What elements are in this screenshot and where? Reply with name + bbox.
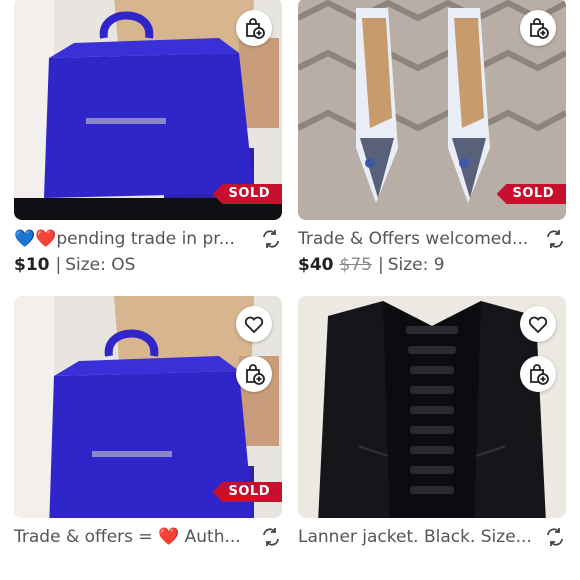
listing-card[interactable]: Lanner jacket. Black. Size... <box>298 296 566 550</box>
shopping-bag-plus-icon <box>530 364 549 385</box>
sold-badge: SOLD <box>212 482 282 502</box>
swap-arrows-icon <box>263 230 279 248</box>
separator: | <box>55 255 62 275</box>
original-price: $75 <box>339 255 372 275</box>
bundle-button[interactable] <box>236 10 272 46</box>
listing-title[interactable]: Trade & offers = ❤️ Auth... <box>14 527 254 547</box>
listing-card[interactable]: SOLD 💙❤️pending trade in pr... $10 | Siz… <box>14 0 282 275</box>
listing-size: Size: OS <box>65 255 136 275</box>
separator: | <box>377 255 384 275</box>
bundle-button[interactable] <box>520 356 556 392</box>
listing-card[interactable]: SOLD Trade & Offers welcomed... $40 $75 … <box>298 0 566 275</box>
like-button[interactable] <box>236 306 272 342</box>
listing-photo[interactable]: SOLD <box>298 0 566 220</box>
listing-photo[interactable]: SOLD <box>14 0 282 220</box>
listing-size: Size: 9 <box>387 255 445 275</box>
heart-outline-icon <box>528 316 548 334</box>
swap-arrows-icon <box>547 528 563 546</box>
listing-title[interactable]: Trade & Offers welcomed... <box>298 229 538 249</box>
bundle-button[interactable] <box>520 10 556 46</box>
listing-grid: SOLD 💙❤️pending trade in pr... $10 | Siz… <box>0 0 580 580</box>
listing-title[interactable]: 💙❤️pending trade in pr... <box>14 229 254 249</box>
swap-arrows-icon <box>263 528 279 546</box>
listing-photo[interactable] <box>298 296 566 518</box>
listing-photo[interactable]: SOLD <box>14 296 282 518</box>
listing-title[interactable]: Lanner jacket. Black. Size... <box>298 527 538 547</box>
like-button[interactable] <box>520 306 556 342</box>
shopping-bag-plus-icon <box>246 18 265 39</box>
bundle-button[interactable] <box>236 356 272 392</box>
sold-badge: SOLD <box>212 184 282 204</box>
listing-price: $40 <box>298 255 334 275</box>
swap-arrows-icon <box>547 230 563 248</box>
shopping-bag-plus-icon <box>530 18 549 39</box>
hearts-emoji: 💙❤️ <box>14 229 57 249</box>
listing-card[interactable]: SOLD Trade & offers = ❤️ Auth... <box>14 296 282 550</box>
heart-outline-icon <box>244 316 264 334</box>
sold-badge: SOLD <box>496 184 566 204</box>
listing-price: $10 <box>14 255 50 275</box>
shopping-bag-plus-icon <box>246 364 265 385</box>
